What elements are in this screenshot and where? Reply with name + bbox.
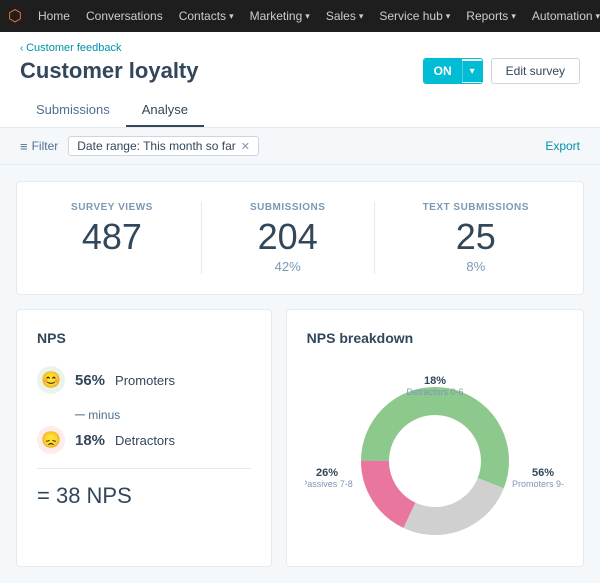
- passives-pct-label: 26%: [316, 467, 338, 479]
- passives-desc-label: Passives 7-8: [305, 479, 353, 489]
- filter-bar: ≡ Filter Date range: This month so far ✕…: [0, 128, 600, 165]
- nav-contacts[interactable]: Contacts▾: [171, 0, 242, 32]
- nav-sales[interactable]: Sales▾: [318, 0, 372, 32]
- page-title: Customer loyalty: [20, 58, 199, 84]
- survey-views-label: SURVEY VIEWS: [71, 202, 153, 213]
- filter-icon: ≡: [20, 139, 28, 154]
- toggle-group[interactable]: ON ▾: [423, 58, 483, 84]
- promoter-icon: 😊: [37, 366, 65, 394]
- nps-promoter-item: 😊 56% Promoters: [37, 366, 251, 394]
- nav-servicehub[interactable]: Service hub▾: [371, 0, 458, 32]
- promoters-desc-label: Promoters 9-10: [512, 479, 565, 489]
- nps-card: NPS 😊 56% Promoters ─ minus 😞 18% Detrac…: [16, 309, 272, 567]
- nav-reports[interactable]: Reports▾: [458, 0, 524, 32]
- promoter-label: Promoters: [115, 373, 175, 388]
- nav-automation[interactable]: Automation▾: [524, 0, 600, 32]
- stat-divider-2: [374, 202, 375, 274]
- tab-analyse[interactable]: Analyse: [126, 94, 204, 127]
- breakdown-title: NPS breakdown: [307, 330, 563, 346]
- filter-button[interactable]: ≡ Filter: [20, 139, 58, 154]
- edit-survey-button[interactable]: Edit survey: [491, 58, 580, 84]
- tab-submissions[interactable]: Submissions: [20, 94, 126, 127]
- survey-views-value: 487: [71, 219, 153, 255]
- main-content: SURVEY VIEWS 487 SUBMISSIONS 204 42% TEX…: [0, 165, 600, 583]
- survey-views-stat: SURVEY VIEWS 487: [71, 202, 153, 255]
- submissions-value: 204: [250, 219, 326, 255]
- detractor-icon: 😞: [37, 426, 65, 454]
- breadcrumb[interactable]: ‹ Customer feedback: [20, 42, 580, 54]
- detractor-label: Detractors: [115, 433, 175, 448]
- date-range-label: Date range: This month so far: [77, 139, 236, 153]
- stat-divider-1: [201, 202, 202, 274]
- nps-divider: [37, 468, 251, 469]
- nps-detractor-item: 😞 18% Detractors: [37, 426, 251, 454]
- text-submissions-stat: TEXT SUBMISSIONS 25 8%: [423, 202, 529, 274]
- breakdown-card: NPS breakdown: [286, 309, 584, 567]
- nav-home[interactable]: Home: [30, 0, 78, 32]
- header-actions: ON ▾ Edit survey: [423, 58, 580, 84]
- date-range-tag: Date range: This month so far ✕: [68, 136, 259, 156]
- toggle-chevron-icon[interactable]: ▾: [462, 61, 482, 82]
- donut-chart-container: 18% Detractors 0-6 26% Passives 7-8 56% …: [307, 366, 563, 546]
- promoter-pct: 56%: [75, 372, 105, 389]
- page-header: ‹ Customer feedback Customer loyalty ON …: [0, 32, 600, 128]
- donut-labels: 18% Detractors 0-6 26% Passives 7-8 56% …: [305, 366, 565, 546]
- nps-minus-label: ─ minus: [75, 406, 251, 422]
- export-button[interactable]: Export: [545, 139, 580, 153]
- nav-conversations[interactable]: Conversations: [78, 0, 171, 32]
- stats-card: SURVEY VIEWS 487 SUBMISSIONS 204 42% TEX…: [16, 181, 584, 295]
- detractor-pct: 18%: [75, 432, 105, 449]
- date-range-remove-icon[interactable]: ✕: [241, 140, 250, 153]
- nps-total: = 38 NPS: [37, 483, 251, 509]
- detractors-desc-label: Detractors 0-6: [406, 387, 463, 397]
- text-submissions-value: 25: [423, 219, 529, 255]
- text-submissions-sub: 8%: [423, 259, 529, 274]
- text-submissions-label: TEXT SUBMISSIONS: [423, 202, 529, 213]
- promoters-pct-label: 56%: [532, 467, 554, 479]
- detractors-pct-label: 18%: [424, 375, 446, 387]
- donut-svg: 18% Detractors 0-6 26% Passives 7-8 56% …: [305, 366, 565, 546]
- nav-marketing[interactable]: Marketing▾: [242, 0, 318, 32]
- filter-label: Filter: [32, 139, 59, 153]
- bottom-row: NPS 😊 56% Promoters ─ minus 😞 18% Detrac…: [16, 309, 584, 567]
- hubspot-logo: ⬡: [8, 6, 22, 26]
- submissions-sub: 42%: [250, 259, 326, 274]
- tabs: Submissions Analyse: [20, 94, 580, 127]
- top-nav: ⬡ Home Conversations Contacts▾ Marketing…: [0, 0, 600, 32]
- toggle-on-label: ON: [424, 59, 462, 83]
- nps-title: NPS: [37, 330, 251, 346]
- submissions-label: SUBMISSIONS: [250, 202, 326, 213]
- submissions-stat: SUBMISSIONS 204 42%: [250, 202, 326, 274]
